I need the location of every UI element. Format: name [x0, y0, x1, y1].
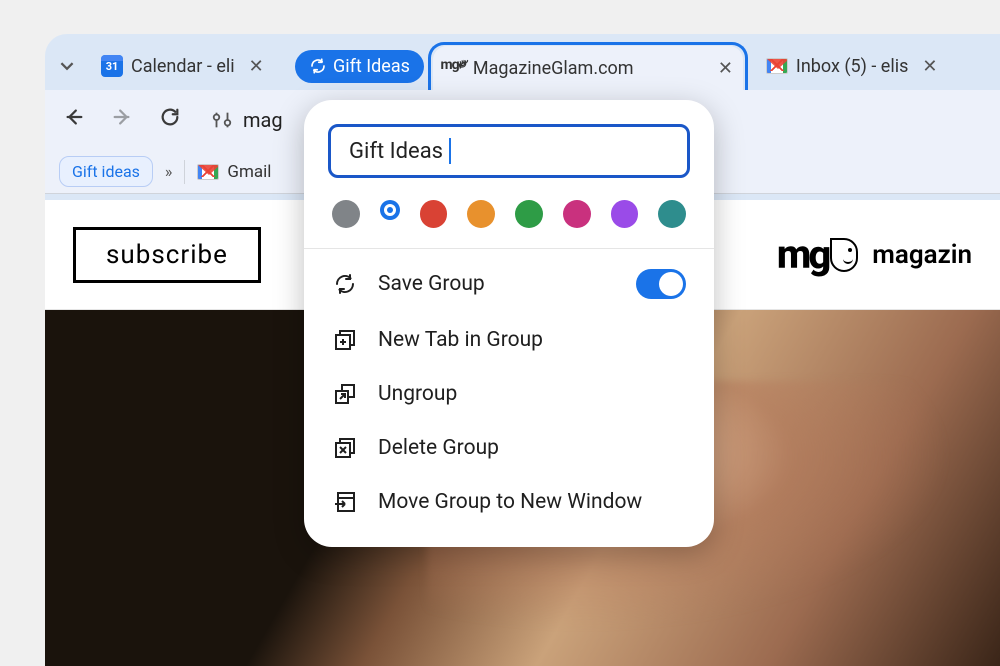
- tab-label: Inbox (5) - elis: [796, 56, 908, 77]
- color-swatch-2[interactable]: [420, 200, 448, 228]
- site-settings-icon: [211, 109, 233, 131]
- tab-list-dropdown[interactable]: [53, 52, 81, 80]
- menu-label: Save Group: [378, 272, 485, 296]
- chevron-down-icon: [60, 59, 74, 73]
- bookmark-label: Gmail: [227, 162, 271, 182]
- color-swatch-3[interactable]: [467, 200, 495, 228]
- calendar-icon: 31: [101, 55, 123, 77]
- tab-inbox[interactable]: Inbox (5) - elis ✕: [756, 44, 966, 88]
- move-group-row[interactable]: Move Group to New Window: [304, 475, 714, 529]
- brand-text: magazin: [872, 240, 972, 270]
- sync-icon: [309, 57, 327, 75]
- tab-group-outline: mg༗ MagazineGlam.com ✕: [428, 42, 748, 90]
- tab-strip: 31 Calendar - eli ✕ Gift Ideas mg༗ Magaz…: [45, 34, 1000, 90]
- delete-icon: [332, 435, 358, 461]
- close-icon[interactable]: ✕: [922, 56, 937, 77]
- bookmark-group-gift-ideas[interactable]: Gift ideas: [59, 156, 153, 187]
- new-tab-in-group-row[interactable]: New Tab in Group: [304, 313, 714, 367]
- address-text: mag: [243, 108, 283, 132]
- brand-logo-icon: mg: [777, 231, 858, 278]
- tab-label: MagazineGlam.com: [473, 58, 634, 79]
- save-group-toggle[interactable]: [636, 269, 686, 299]
- ungroup-icon: [332, 381, 358, 407]
- tab-calendar[interactable]: 31 Calendar - eli ✕: [91, 44, 291, 88]
- color-swatch-1[interactable]: [380, 200, 400, 220]
- separator: [304, 248, 714, 249]
- tab-group-pill[interactable]: Gift Ideas: [295, 50, 424, 83]
- reload-button[interactable]: [155, 106, 185, 134]
- close-icon[interactable]: ✕: [249, 56, 264, 77]
- back-button[interactable]: [59, 106, 89, 134]
- group-name-value: Gift Ideas: [349, 139, 443, 164]
- bookmark-gmail[interactable]: Gmail: [197, 162, 271, 182]
- color-swatch-4[interactable]: [515, 200, 543, 228]
- magazine-favicon: mg༗: [443, 57, 465, 79]
- new-tab-icon: [332, 327, 358, 353]
- address-bar[interactable]: mag: [211, 108, 283, 132]
- sync-icon: [332, 271, 358, 297]
- delete-group-row[interactable]: Delete Group: [304, 421, 714, 475]
- menu-label: Move Group to New Window: [378, 490, 642, 514]
- move-window-icon: [332, 489, 358, 515]
- forward-button[interactable]: [107, 106, 137, 134]
- menu-label: Delete Group: [378, 436, 499, 460]
- tab-group-menu: Gift Ideas Save Group New Tab in Group U…: [304, 100, 714, 547]
- tab-label: Calendar - eli: [131, 56, 235, 77]
- color-swatch-7[interactable]: [658, 200, 686, 228]
- divider: [184, 160, 185, 184]
- tab-magazine[interactable]: mg༗ MagazineGlam.com ✕: [433, 46, 743, 90]
- close-icon[interactable]: ✕: [718, 58, 733, 79]
- subscribe-button[interactable]: subscribe: [73, 227, 261, 283]
- save-group-row[interactable]: Save Group: [304, 255, 714, 313]
- gmail-icon: [766, 55, 788, 77]
- site-brand: mg magazin: [777, 231, 972, 278]
- menu-label: Ungroup: [378, 382, 457, 406]
- color-swatch-0[interactable]: [332, 200, 360, 228]
- ungroup-row[interactable]: Ungroup: [304, 367, 714, 421]
- group-pill-label: Gift Ideas: [333, 56, 410, 77]
- menu-label: New Tab in Group: [378, 328, 543, 352]
- text-cursor: [449, 138, 451, 164]
- gmail-icon: [197, 164, 219, 180]
- color-swatch-5[interactable]: [563, 200, 591, 228]
- overflow-chevron-icon[interactable]: »: [165, 162, 173, 181]
- color-picker-row: [304, 196, 714, 248]
- group-name-input[interactable]: Gift Ideas: [328, 124, 690, 178]
- color-swatch-6[interactable]: [611, 200, 639, 228]
